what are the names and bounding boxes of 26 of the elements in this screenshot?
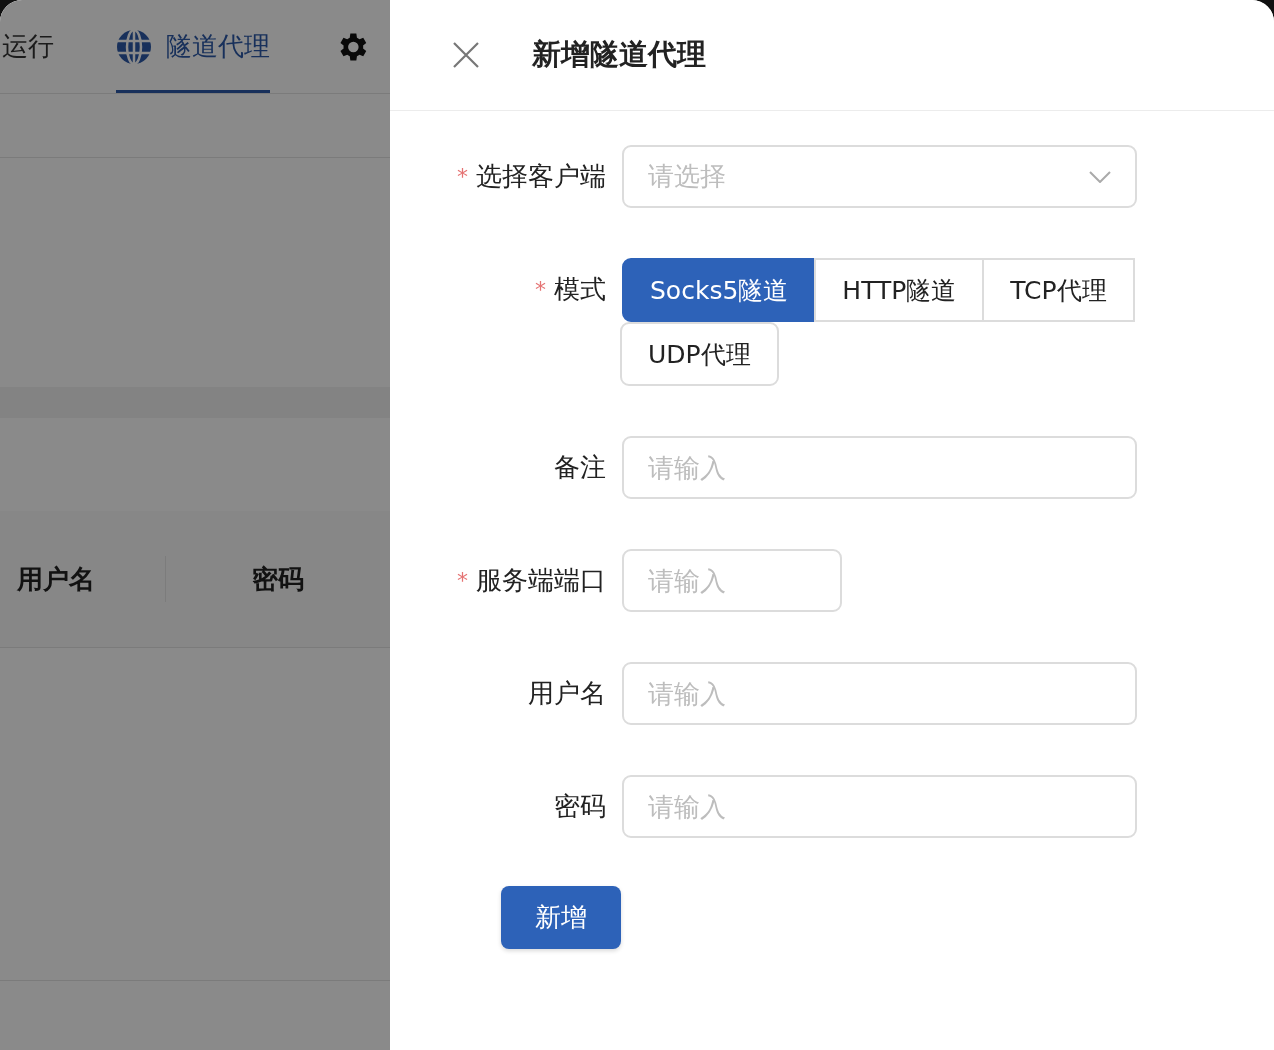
required-mark: * — [457, 567, 468, 593]
drawer-title: 新增隧道代理 — [532, 36, 706, 73]
mode-option[interactable]: Socks5隧道 — [622, 258, 817, 322]
chevron-down-icon — [1089, 170, 1111, 183]
close-button[interactable] — [452, 41, 480, 69]
nav-tab[interactable]: 隧道代理 — [116, 0, 270, 93]
field-label: 备注 — [554, 450, 606, 484]
submit-button[interactable]: 新增 — [501, 886, 621, 949]
input-field[interactable]: 请输入 — [622, 549, 842, 612]
required-mark: * — [535, 276, 546, 302]
input-field[interactable]: 请输入 — [622, 775, 1137, 838]
mode-option[interactable]: UDP代理 — [620, 322, 779, 386]
mode-option[interactable]: TCP代理 — [982, 258, 1135, 322]
field-label: 用户名 — [528, 676, 606, 710]
column-header: 密码 — [251, 562, 306, 596]
column-header: 用户名 — [16, 562, 96, 596]
field-label: 选择客户端 — [476, 159, 606, 193]
input-field[interactable]: 请输入 — [622, 662, 1137, 725]
mode-option[interactable]: HTTP隧道 — [814, 258, 985, 322]
input-field[interactable]: 请输入 — [622, 436, 1137, 499]
field-label: 模式 — [554, 272, 606, 306]
required-mark: * — [457, 163, 468, 189]
nav-tab[interactable]: 运行 — [2, 0, 54, 93]
globe-icon — [116, 28, 152, 65]
field-label: 服务端端口 — [476, 563, 606, 597]
field-label: 密码 — [554, 789, 606, 823]
